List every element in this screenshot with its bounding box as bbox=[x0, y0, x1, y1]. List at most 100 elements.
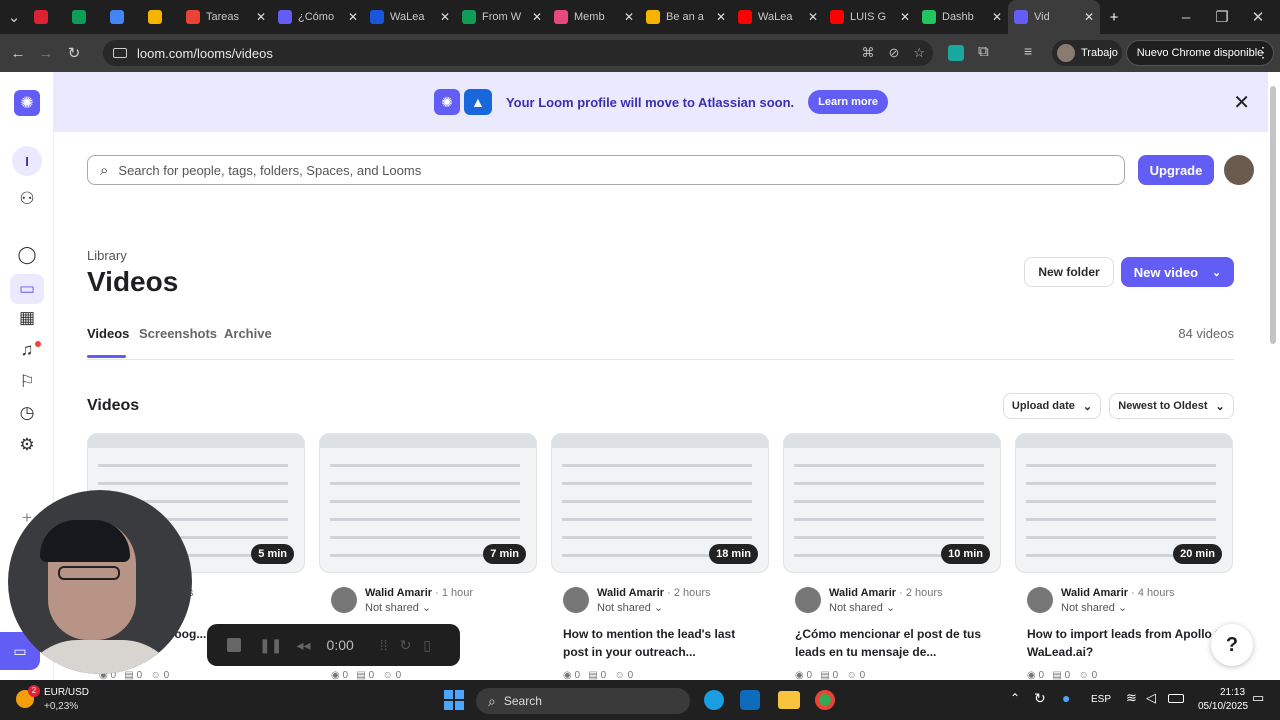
close-tab-icon[interactable]: ✕ bbox=[348, 10, 358, 24]
close-tab-icon[interactable]: ✕ bbox=[532, 10, 542, 24]
learn-more-button[interactable]: Learn more bbox=[808, 90, 889, 114]
browser-tab[interactable]: Vid ✕ bbox=[1008, 0, 1100, 34]
wifi-icon[interactable]: ≋ bbox=[1126, 690, 1137, 706]
video-title[interactable]: ¿Cómo mencionar el post de tus leads en … bbox=[795, 625, 995, 661]
browser-tab[interactable]: Be an a ✕ bbox=[640, 0, 732, 34]
close-tab-icon[interactable]: ✕ bbox=[900, 10, 910, 24]
tab-search-icon[interactable]: ⌄ bbox=[0, 3, 28, 31]
maximize-icon[interactable]: ❐ bbox=[1208, 3, 1236, 31]
language-indicator[interactable]: ESP bbox=[1091, 694, 1111, 705]
tab-videos[interactable]: Videos bbox=[87, 326, 129, 341]
windows-start-icon[interactable] bbox=[444, 690, 464, 710]
browser-tab[interactable]: LUIS G ✕ bbox=[824, 0, 916, 34]
chrome-update-chip[interactable]: Nuevo Chrome disponible bbox=[1126, 40, 1274, 66]
chrome-menu-icon[interactable]: ⋮ bbox=[1256, 44, 1270, 61]
video-card[interactable]: 18 min Walid Amarir · 2 hours Not shared ⌄… bbox=[551, 433, 769, 683]
sync-icon[interactable]: ↻ bbox=[1034, 690, 1046, 707]
browser-tab[interactable] bbox=[66, 0, 104, 34]
tab-archive[interactable]: Archive bbox=[224, 326, 272, 341]
close-tab-icon[interactable]: ✕ bbox=[256, 10, 266, 24]
site-info-icon[interactable] bbox=[113, 48, 127, 58]
browser-tab[interactable]: Dashb ✕ bbox=[916, 0, 1008, 34]
history-clock-icon[interactable]: ◷ bbox=[14, 400, 40, 426]
clock-date[interactable]: 05/10/2025 bbox=[1198, 701, 1248, 712]
calendar-icon[interactable]: ▦ bbox=[14, 305, 40, 331]
video-card[interactable]: 20 min Walid Amarir · 4 hours Not shared ⌄… bbox=[1015, 433, 1233, 683]
close-tab-icon[interactable]: ✕ bbox=[716, 10, 726, 24]
edge-icon[interactable] bbox=[704, 690, 724, 710]
battery-icon[interactable] bbox=[1168, 694, 1184, 703]
new-video-button[interactable]: New video ⌄ bbox=[1121, 257, 1234, 287]
profile-chip[interactable]: Trabajo bbox=[1052, 40, 1122, 66]
outlook-icon[interactable] bbox=[740, 690, 760, 710]
extension-icon[interactable] bbox=[948, 45, 964, 61]
new-folder-button[interactable]: New folder bbox=[1024, 257, 1114, 287]
close-tab-icon[interactable]: ✕ bbox=[440, 10, 450, 24]
workspace-avatar[interactable]: I bbox=[12, 146, 42, 176]
address-bar[interactable]: loom.com/looms/videos ⌘ ⊘ ☆ bbox=[103, 40, 933, 66]
video-thumbnail[interactable]: 7 min bbox=[319, 433, 537, 573]
share-status-dropdown[interactable]: Not shared ⌄ bbox=[1061, 601, 1127, 614]
bookmark-icon[interactable]: ⚐ bbox=[14, 369, 40, 395]
browser-tab[interactable]: ¿Cómo ✕ bbox=[272, 0, 364, 34]
browser-tab[interactable] bbox=[28, 0, 66, 34]
translate-icon[interactable]: ⌘ bbox=[861, 45, 874, 61]
video-thumbnail[interactable]: 10 min bbox=[783, 433, 1001, 573]
new-tab-icon[interactable]: + bbox=[1100, 3, 1128, 31]
upgrade-button[interactable]: Upgrade bbox=[1138, 155, 1214, 185]
profile-icon[interactable]: ◯ bbox=[14, 242, 40, 268]
search-input[interactable]: ⌕ Search for people, tags, folders, Spac… bbox=[87, 155, 1125, 185]
settings-gear-icon[interactable]: ⚙ bbox=[14, 432, 40, 458]
close-tab-icon[interactable]: ✕ bbox=[1084, 10, 1094, 24]
browser-tab[interactable]: Memb ✕ bbox=[548, 0, 640, 34]
bookmark-star-icon[interactable]: ☆ bbox=[913, 45, 925, 61]
extensions-puzzle-icon[interactable]: ⧉ bbox=[978, 43, 989, 60]
close-tab-icon[interactable]: ✕ bbox=[624, 10, 634, 24]
file-explorer-icon[interactable] bbox=[778, 691, 800, 709]
share-status-dropdown[interactable]: Not shared ⌄ bbox=[365, 601, 431, 614]
volume-icon[interactable]: ◁ bbox=[1146, 690, 1156, 706]
close-window-icon[interactable]: ✕ bbox=[1244, 3, 1272, 31]
video-title[interactable]: How to mention the lead's last post in y… bbox=[563, 625, 763, 661]
share-status-dropdown[interactable]: Not shared ⌄ bbox=[597, 601, 663, 614]
hidden-icons-chevron-icon[interactable]: ⌃ bbox=[1010, 691, 1020, 705]
browser-tab[interactable]: Tareas ✕ bbox=[180, 0, 272, 34]
share-status-dropdown[interactable]: Not shared ⌄ bbox=[829, 601, 895, 614]
delete-icon[interactable]: ▯ bbox=[423, 637, 431, 654]
video-card[interactable]: 10 min Walid Amarir · 2 hours Not shared ⌄… bbox=[783, 433, 1001, 683]
invite-user-icon[interactable]: ⚇ bbox=[14, 186, 40, 212]
video-title[interactable]: How to import leads from Apollo to WaLea… bbox=[1027, 625, 1227, 661]
back-icon[interactable]: ← bbox=[4, 39, 32, 67]
browser-tab[interactable]: From W ✕ bbox=[456, 0, 548, 34]
browser-tab[interactable]: WaLea ✕ bbox=[732, 0, 824, 34]
loom-logo[interactable]: ✺ bbox=[14, 90, 40, 116]
video-thumbnail[interactable]: 18 min bbox=[551, 433, 769, 573]
page-scrollbar[interactable] bbox=[1270, 86, 1276, 344]
sort-dropdown[interactable]: Upload date ⌄ bbox=[1003, 393, 1101, 419]
taskbar-search[interactable]: ⌕ Search bbox=[476, 688, 690, 714]
clock-time[interactable]: 21:13 bbox=[1220, 687, 1245, 698]
media-controls-icon[interactable]: ≡ bbox=[1024, 43, 1032, 59]
minimize-icon[interactable]: – bbox=[1172, 3, 1200, 31]
help-button[interactable]: ? bbox=[1211, 624, 1253, 666]
video-thumbnail[interactable]: 20 min bbox=[1015, 433, 1233, 573]
forward-icon[interactable]: → bbox=[32, 39, 60, 67]
close-tab-icon[interactable]: ✕ bbox=[808, 10, 818, 24]
notification-center-icon[interactable]: ▭ bbox=[1252, 690, 1264, 706]
restart-icon[interactable]: ↻ bbox=[400, 637, 412, 654]
pause-icon[interactable]: ❚❚ bbox=[259, 637, 282, 654]
drag-handle-icon[interactable]: ⁞⁞ bbox=[380, 637, 388, 653]
browser-tab[interactable]: WaLea ✕ bbox=[364, 0, 456, 34]
rewind-icon[interactable]: ◂◂ bbox=[296, 637, 310, 654]
tab-screenshots[interactable]: Screenshots bbox=[139, 326, 217, 341]
browser-tab[interactable] bbox=[104, 0, 142, 34]
library-icon[interactable]: ▭ bbox=[10, 274, 44, 304]
camera-bubble[interactable] bbox=[8, 490, 192, 674]
eye-off-icon[interactable]: ⊘ bbox=[888, 45, 899, 61]
breadcrumb[interactable]: Library bbox=[87, 248, 127, 263]
close-tab-icon[interactable]: ✕ bbox=[992, 10, 1002, 24]
microphone-icon[interactable]: ● bbox=[1062, 690, 1070, 706]
stop-icon[interactable] bbox=[227, 638, 241, 652]
browser-tab[interactable] bbox=[142, 0, 180, 34]
close-banner-icon[interactable]: ✕ bbox=[1233, 90, 1250, 115]
